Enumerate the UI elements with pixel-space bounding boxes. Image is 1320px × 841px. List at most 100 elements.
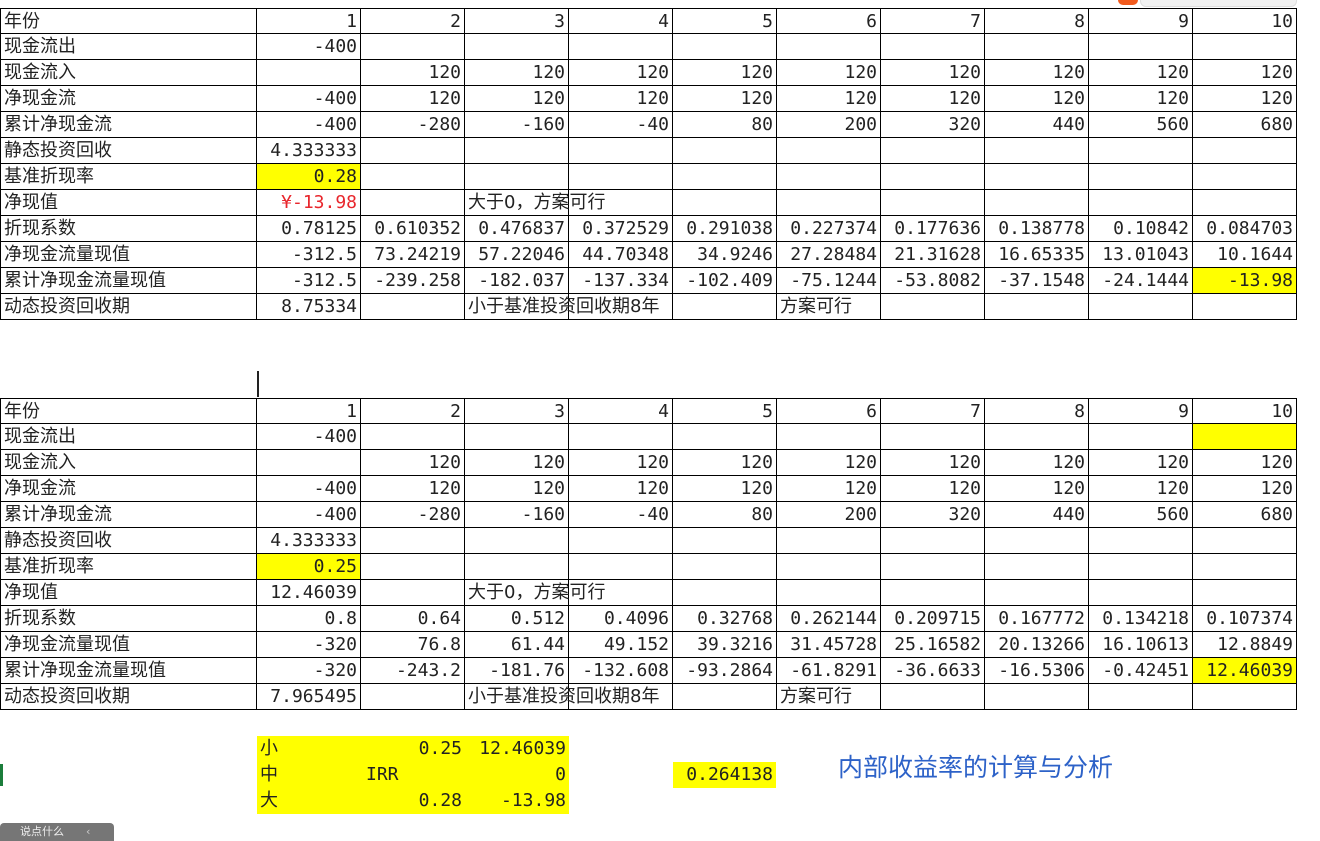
value-cell[interactable]: 120 [881,450,985,476]
row-label[interactable]: 净现金流 [0,86,257,112]
value-cell[interactable] [361,294,465,320]
row-label[interactable]: 净现金流量现值 [0,242,257,268]
value-cell[interactable]: -400 [257,112,361,138]
value-cell[interactable]: 7 [881,8,985,34]
value-cell[interactable] [1089,190,1193,216]
value-cell[interactable]: 34.9246 [673,242,777,268]
irr-label[interactable]: 大 [257,788,361,814]
note-cell[interactable]: 大于0，方案可行 [465,190,605,216]
row-label[interactable]: 折现系数 [0,606,257,632]
value-cell[interactable] [985,424,1089,450]
value-cell[interactable] [569,684,673,710]
value-cell[interactable]: -181.76 [465,658,569,684]
irr-label[interactable]: 小 [257,736,361,762]
value-cell[interactable]: -16.5306 [985,658,1089,684]
value-cell[interactable]: 12.46039 [1193,658,1297,684]
value-cell[interactable]: 9 [1089,398,1193,424]
value-cell[interactable]: -182.037 [465,268,569,294]
value-cell[interactable]: 120 [1089,86,1193,112]
value-cell[interactable]: -13.98 [1193,268,1297,294]
value-cell[interactable]: 0.78125 [257,216,361,242]
irr-result[interactable]: 0.264138 [673,762,776,788]
value-cell[interactable] [569,528,673,554]
value-cell[interactable]: -312.5 [257,268,361,294]
value-cell[interactable] [361,528,465,554]
value-cell[interactable]: 0.167772 [985,606,1089,632]
value-cell[interactable]: 61.44 [465,632,569,658]
value-cell[interactable]: -40 [569,502,673,528]
value-cell[interactable] [985,164,1089,190]
value-cell[interactable]: 0.372529 [569,216,673,242]
value-cell[interactable]: 120 [361,60,465,86]
value-cell[interactable]: 80 [673,112,777,138]
irr-npv[interactable]: 12.46039 [465,736,569,762]
note-cell[interactable]: 方案可行 [777,294,881,320]
value-cell[interactable] [985,528,1089,554]
row-label[interactable]: 现金流出 [0,424,257,450]
value-cell[interactable] [361,684,465,710]
value-cell[interactable] [673,138,777,164]
value-cell[interactable]: -36.6633 [881,658,985,684]
irr-label[interactable]: 中 [257,762,361,788]
value-cell[interactable] [777,190,881,216]
value-cell[interactable]: 0.512 [465,606,569,632]
value-cell[interactable]: 10.1644 [1193,242,1297,268]
value-cell[interactable] [569,580,673,606]
value-cell[interactable] [881,138,985,164]
value-cell[interactable]: 120 [777,450,881,476]
value-cell[interactable]: -243.2 [361,658,465,684]
irr-npv[interactable]: -13.98 [465,788,569,814]
value-cell[interactable]: 120 [881,60,985,86]
value-cell[interactable]: 200 [777,502,881,528]
value-cell[interactable] [777,138,881,164]
value-cell[interactable]: -320 [257,658,361,684]
row-label[interactable]: 累计净现金流 [0,112,257,138]
value-cell[interactable]: 9 [1089,8,1193,34]
value-cell[interactable] [465,138,569,164]
row-label[interactable]: 动态投资回收期 [0,684,257,710]
value-cell[interactable]: 21.31628 [881,242,985,268]
value-cell[interactable] [881,554,985,580]
value-cell[interactable]: 1 [257,8,361,34]
value-cell[interactable] [673,34,777,60]
value-cell[interactable] [985,34,1089,60]
value-cell[interactable]: 80 [673,502,777,528]
value-cell[interactable]: 10 [1193,398,1297,424]
value-cell[interactable] [777,554,881,580]
value-cell[interactable]: 0.209715 [881,606,985,632]
row-label[interactable]: 净现值 [0,190,257,216]
value-cell[interactable] [465,528,569,554]
note-cell[interactable]: 大于0，方案可行 [465,580,605,606]
value-cell[interactable]: -280 [361,502,465,528]
value-cell[interactable]: 7.965495 [257,684,361,710]
value-cell[interactable] [1193,138,1297,164]
value-cell[interactable]: 120 [1089,476,1193,502]
value-cell[interactable]: 120 [985,60,1089,86]
irr-text[interactable]: IRR [361,762,465,788]
value-cell[interactable] [1193,424,1297,450]
value-cell[interactable] [673,528,777,554]
spreadsheet-grid[interactable]: 年份 1 2 3 4 5 6 7 8 9 10 现金流出 -400 现金流入 120 120 120 120 120… [0,8,1320,814]
collapse-arrow-icon[interactable]: ‹ [86,823,90,841]
value-cell[interactable]: -280 [361,112,465,138]
value-cell[interactable]: 10 [1193,8,1297,34]
value-cell[interactable]: 0.227374 [777,216,881,242]
value-cell[interactable] [985,294,1089,320]
value-cell[interactable]: -400 [257,34,361,60]
value-cell[interactable]: 4 [569,8,673,34]
value-cell[interactable] [673,554,777,580]
value-cell[interactable]: -0.42451 [1089,658,1193,684]
value-cell[interactable] [361,190,465,216]
value-cell[interactable] [1193,684,1297,710]
value-cell[interactable]: -24.1444 [1089,268,1193,294]
value-cell[interactable]: 120 [673,476,777,502]
value-cell[interactable]: 120 [569,60,673,86]
irr-rate[interactable]: 0.28 [361,788,465,814]
value-cell[interactable] [673,424,777,450]
value-cell[interactable]: 4 [569,398,673,424]
value-cell[interactable] [569,190,673,216]
value-cell[interactable]: 560 [1089,502,1193,528]
value-cell[interactable]: 3 [465,8,569,34]
value-cell[interactable] [1089,528,1193,554]
value-cell[interactable]: 2 [361,8,465,34]
